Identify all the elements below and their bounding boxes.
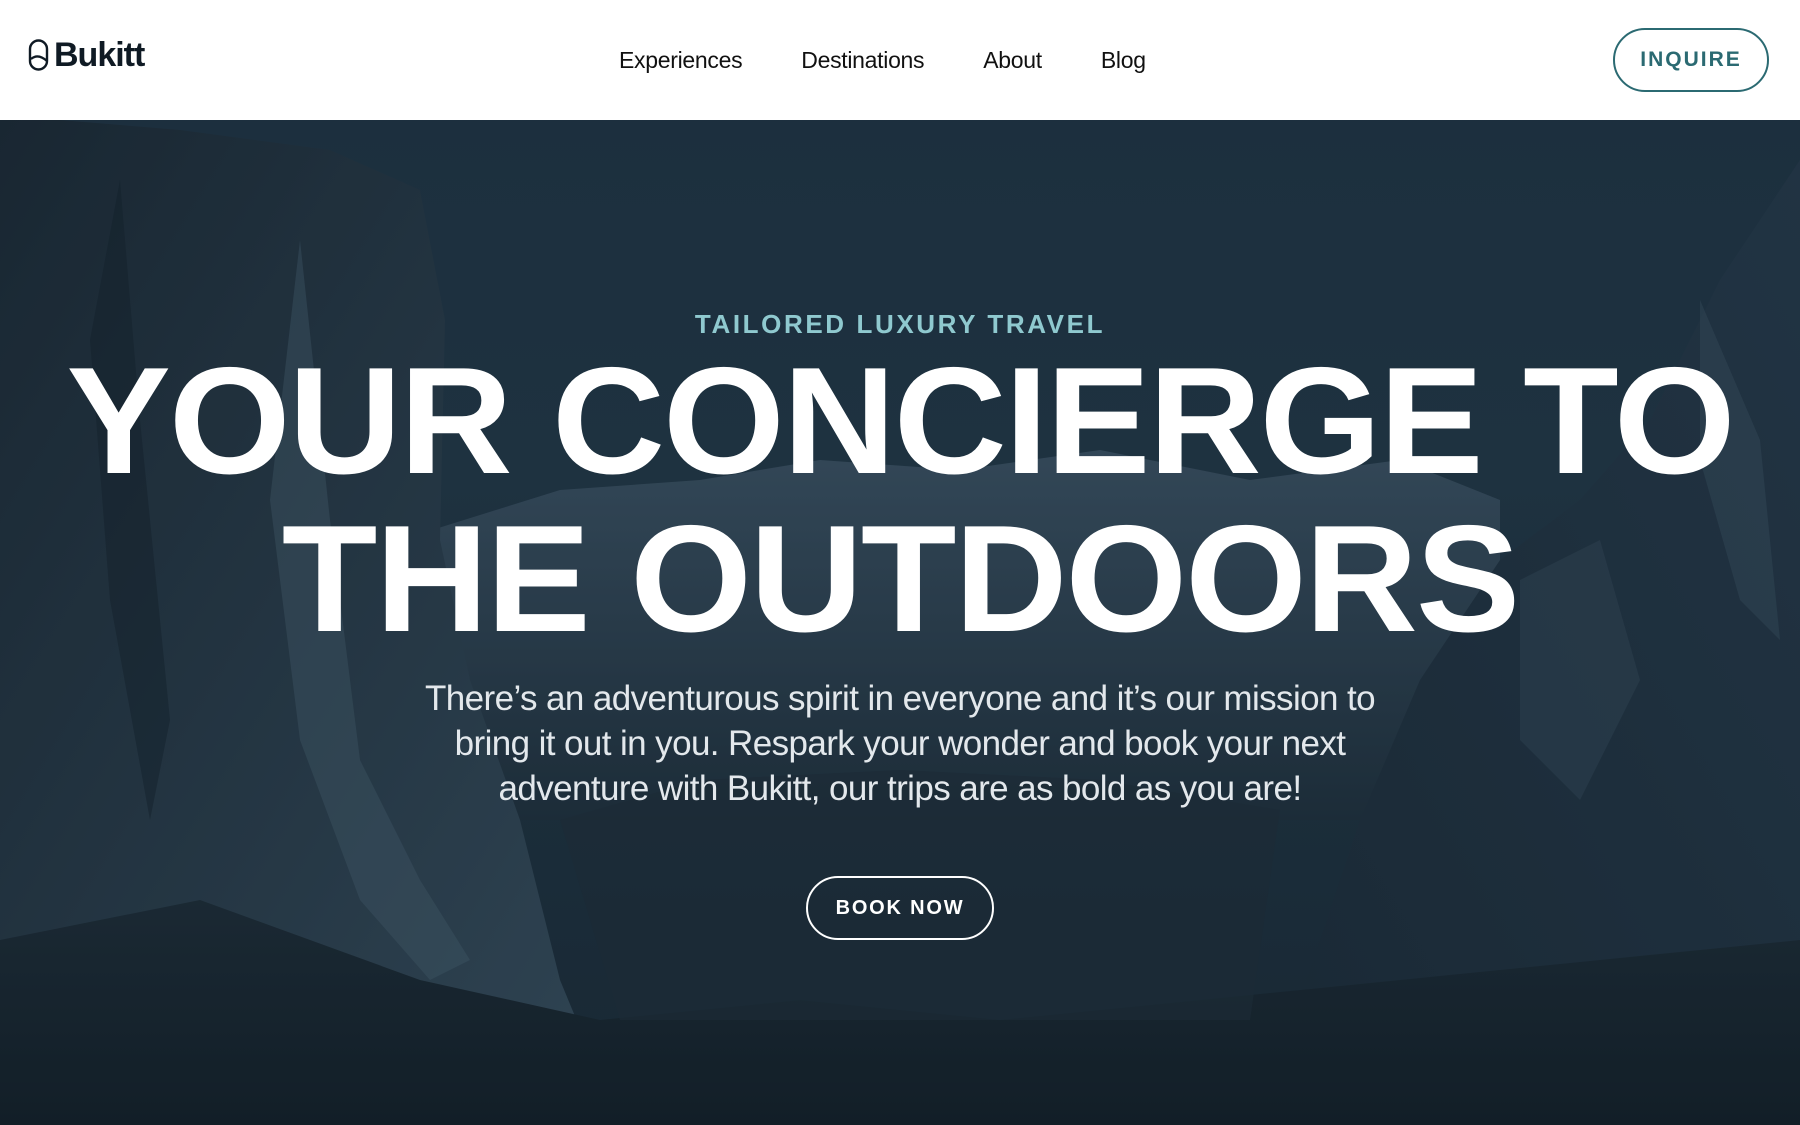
hero-headline-line-1: YOUR CONCIERGE TO [66, 336, 1735, 506]
nav-item-about[interactable]: About [983, 44, 1042, 76]
hero-section: TAILORED LUXURY TRAVEL YOUR CONCIERGE TO… [0, 120, 1800, 1125]
hero-subtext: There’s an adventurous spirit in everyon… [425, 679, 1376, 808]
pill-leaf-logo-icon [28, 39, 49, 71]
hero-headline-line-2: THE OUTDOORS [281, 494, 1521, 664]
nav-item-blog[interactable]: Blog [1101, 44, 1146, 76]
hero-headline: YOUR CONCIERGE TO THE OUTDOORS [0, 342, 1800, 658]
hero-content: TAILORED LUXURY TRAVEL YOUR CONCIERGE TO… [0, 120, 1800, 1125]
inquire-button[interactable]: INQUIRE [1613, 28, 1769, 92]
nav-item-experiences[interactable]: Experiences [619, 44, 743, 76]
logo-link[interactable]: Bukitt [28, 36, 145, 74]
site-header: Bukitt Experiences Destinations About Bl… [0, 0, 1800, 120]
main-nav: Experiences Destinations About Blog [619, 44, 1146, 76]
logo-text: Bukitt [54, 36, 145, 74]
book-now-button[interactable]: BOOK NOW [806, 876, 994, 940]
nav-item-destinations[interactable]: Destinations [801, 44, 924, 76]
